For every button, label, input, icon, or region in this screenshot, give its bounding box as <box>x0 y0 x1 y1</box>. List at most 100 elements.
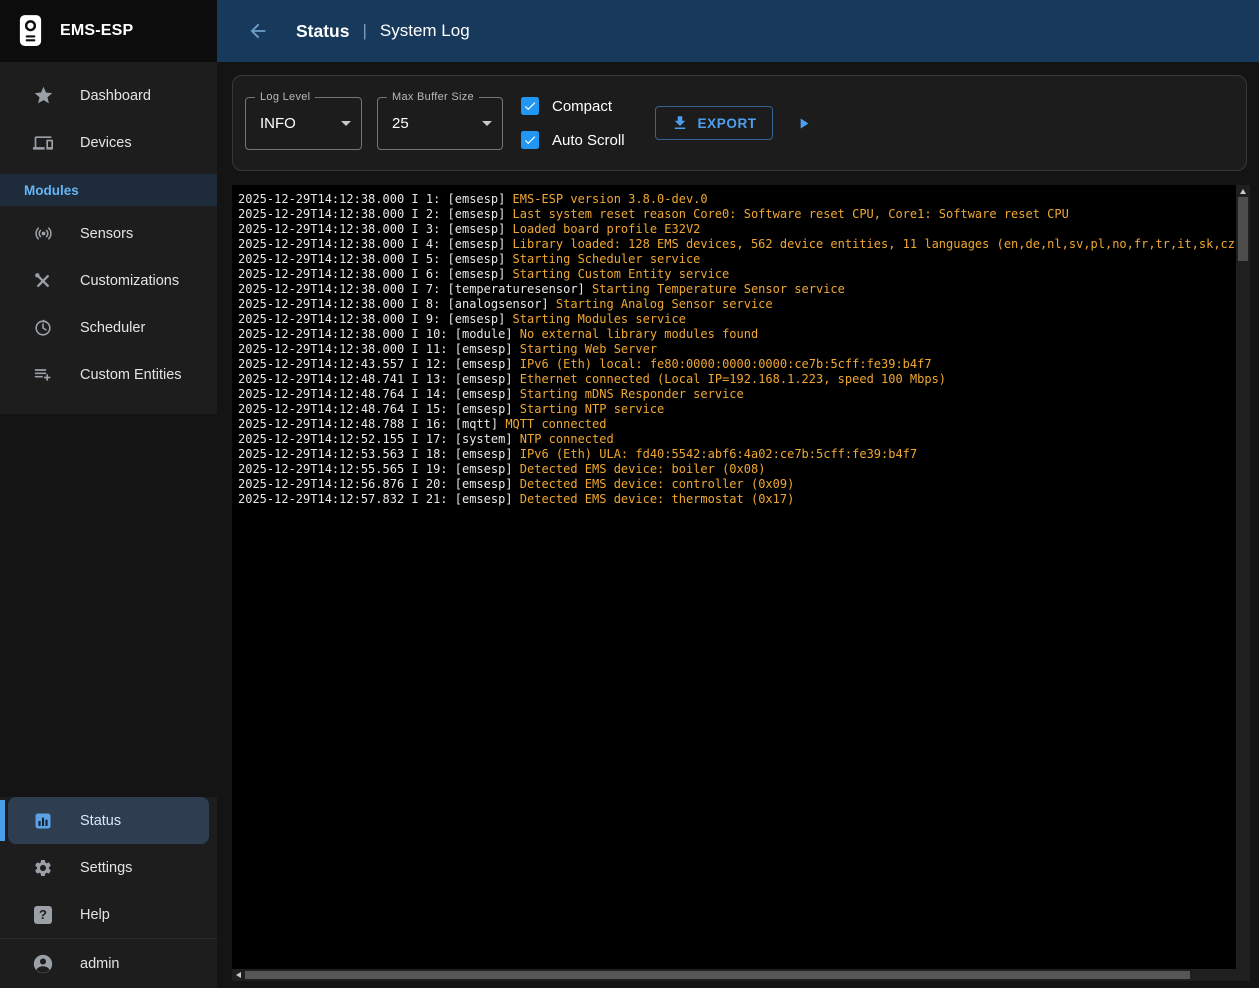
log-message: MQTT connected <box>505 417 606 431</box>
log-line: 2025-12-29T14:12:38.000 I 8: [analogsens… <box>238 297 1234 312</box>
sidebar-item-scheduler[interactable]: Scheduler <box>0 304 217 351</box>
sidebar-item-label: Sensors <box>80 226 133 242</box>
schedule-icon <box>31 316 55 340</box>
vertical-scrollbar[interactable] <box>1236 185 1250 969</box>
log-source: [emsesp] <box>448 312 513 326</box>
scroll-up-icon[interactable] <box>1240 189 1246 194</box>
log-sequence: I 20: <box>411 477 454 491</box>
compact-label: Compact <box>552 98 612 115</box>
log-line: 2025-12-29T14:12:38.000 I 11: [emsesp] S… <box>238 342 1234 357</box>
log-timestamp: 2025-12-29T14:12:38.000 <box>238 327 411 341</box>
log-source: [emsesp] <box>448 192 513 206</box>
log-sequence: I 19: <box>411 462 454 476</box>
log-controls-panel: Log Level INFO Max Buffer Size 25 Compac… <box>232 75 1247 171</box>
log-source: [module] <box>455 327 520 341</box>
chevron-down-icon <box>341 121 351 126</box>
log-message: Starting Modules service <box>513 312 686 326</box>
sidebar-item-custom-entities[interactable]: Custom Entities <box>0 351 217 398</box>
sidebar-item-sensors[interactable]: Sensors <box>0 210 217 257</box>
log-sequence: I 3: <box>411 222 447 236</box>
page-subtitle: System Log <box>380 21 470 41</box>
sidebar-item-customizations[interactable]: Customizations <box>0 257 217 304</box>
sidebar-item-settings[interactable]: Settings <box>0 844 217 891</box>
log-message: No external library modules found <box>520 327 758 341</box>
log-source: [emsesp] <box>455 492 520 506</box>
log-source: [emsesp] <box>455 402 520 416</box>
log-line: 2025-12-29T14:12:38.000 I 3: [emsesp] Lo… <box>238 222 1234 237</box>
sidebar-item-admin[interactable]: admin <box>0 938 217 988</box>
log-timestamp: 2025-12-29T14:12:48.764 <box>238 402 411 416</box>
log-line: 2025-12-29T14:12:38.000 I 9: [emsesp] St… <box>238 312 1234 327</box>
account-circle-icon <box>31 952 55 976</box>
log-timestamp: 2025-12-29T14:12:38.000 <box>238 267 411 281</box>
tools-icon <box>31 269 55 293</box>
auto-scroll-checkbox[interactable]: Auto Scroll <box>521 131 625 149</box>
export-button[interactable]: EXPORT <box>655 106 773 140</box>
sidebar-spacer <box>0 414 217 797</box>
log-timestamp: 2025-12-29T14:12:53.563 <box>238 447 411 461</box>
sidebar-item-label: Customizations <box>80 273 179 289</box>
log-line: 2025-12-29T14:12:48.788 I 16: [mqtt] MQT… <box>238 417 1234 432</box>
log-sequence: I 2: <box>411 207 447 221</box>
log-timestamp: 2025-12-29T14:12:38.000 <box>238 222 411 236</box>
sidebar-item-help[interactable]: ? Help <box>0 891 217 938</box>
checkbox-checked-icon <box>521 131 539 149</box>
vertical-scrollbar-thumb[interactable] <box>1238 197 1248 261</box>
log-message: Starting Scheduler service <box>513 252 701 266</box>
log-source: [emsesp] <box>448 207 513 221</box>
compact-checkbox[interactable]: Compact <box>521 97 625 115</box>
horizontal-scrollbar-thumb[interactable] <box>245 971 1190 979</box>
log-line: 2025-12-29T14:12:52.155 I 17: [system] N… <box>238 432 1234 447</box>
log-message: EMS-ESP version 3.8.0-dev.0 <box>513 192 708 206</box>
log-source: [system] <box>455 432 520 446</box>
log-sequence: I 13: <box>411 372 454 386</box>
log-source: [emsesp] <box>455 447 520 461</box>
export-button-label: EXPORT <box>698 116 757 131</box>
sidebar-item-devices[interactable]: Devices <box>0 119 217 166</box>
sidebar-item-dashboard[interactable]: Dashboard <box>0 72 217 119</box>
page-title: Status <box>296 21 349 42</box>
log-timestamp: 2025-12-29T14:12:52.155 <box>238 432 411 446</box>
log-timestamp: 2025-12-29T14:12:56.876 <box>238 477 411 491</box>
help-icon: ? <box>31 903 55 927</box>
sidebar-item-label: Devices <box>80 135 132 151</box>
log-sequence: I 7: <box>411 282 447 296</box>
title-separator: | <box>362 21 366 41</box>
app-header: EMS-ESP <box>0 0 217 62</box>
log-sequence: I 14: <box>411 387 454 401</box>
log-sequence: I 16: <box>411 417 454 431</box>
log-timestamp: 2025-12-29T14:12:38.000 <box>238 342 411 356</box>
log-timestamp: 2025-12-29T14:12:38.000 <box>238 297 411 311</box>
auto-scroll-label: Auto Scroll <box>552 132 625 149</box>
log-message: IPv6 (Eth) local: fe80:0000:0000:0000:ce… <box>520 357 932 371</box>
back-button[interactable] <box>247 20 269 42</box>
log-level-value: INFO <box>260 115 341 132</box>
log-line: 2025-12-29T14:12:48.764 I 14: [emsesp] S… <box>238 387 1234 402</box>
sidebar-item-status[interactable]: Status <box>8 797 209 844</box>
content-area: Log Level INFO Max Buffer Size 25 Compac… <box>217 62 1259 988</box>
log-message: Detected EMS device: thermostat (0x17) <box>520 492 795 506</box>
log-sequence: I 1: <box>411 192 447 206</box>
log-timestamp: 2025-12-29T14:12:48.788 <box>238 417 411 431</box>
log-line: 2025-12-29T14:12:53.563 I 18: [emsesp] I… <box>238 447 1234 462</box>
devices-icon <box>31 131 55 155</box>
max-buffer-size-label: Max Buffer Size <box>387 91 479 103</box>
analytics-icon <box>31 809 55 833</box>
max-buffer-size-select[interactable]: Max Buffer Size 25 <box>377 97 503 150</box>
log-message: NTP connected <box>520 432 614 446</box>
log-source: [emsesp] <box>455 357 520 371</box>
log-line: 2025-12-29T14:12:38.000 I 7: [temperatur… <box>238 282 1234 297</box>
log-source: [emsesp] <box>455 387 520 401</box>
log-source: [mqtt] <box>455 417 506 431</box>
log-timestamp: 2025-12-29T14:12:48.741 <box>238 372 411 386</box>
log-message: Starting Temperature Sensor service <box>592 282 845 296</box>
log-sequence: I 8: <box>411 297 447 311</box>
horizontal-scrollbar[interactable] <box>232 969 1236 981</box>
log-line: 2025-12-29T14:12:38.000 I 1: [emsesp] EM… <box>238 192 1234 207</box>
sidebar-menu-top: Dashboard Devices Modules Sensors Custom… <box>0 62 217 414</box>
play-button[interactable] <box>795 115 812 132</box>
gear-icon <box>31 856 55 880</box>
log-level-select[interactable]: Log Level INFO <box>245 97 362 150</box>
scroll-left-icon[interactable] <box>236 972 241 978</box>
log-message: Loaded board profile E32V2 <box>513 222 701 236</box>
